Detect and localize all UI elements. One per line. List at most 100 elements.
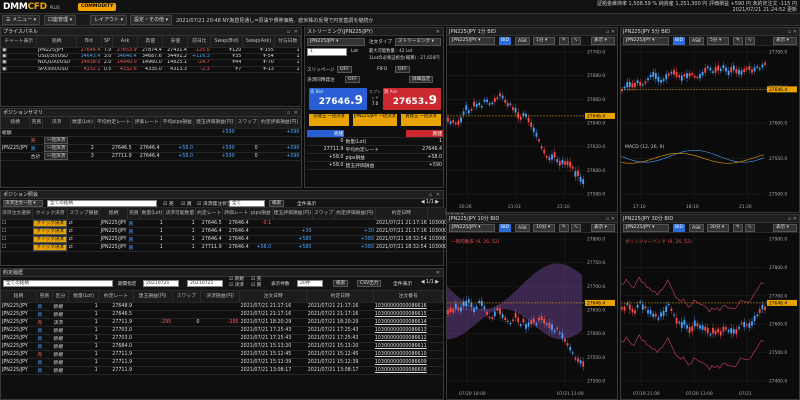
position-row[interactable]: ☐ クイック決済 ⇄ JPN225/JPY 買 1 1 27646.5 27646.4 -0.1 2…	[1, 219, 482, 228]
history-no[interactable]: 10300000000086615	[373, 310, 443, 319]
price-row[interactable]: ▣ SPX500/USD 4332.1 0.5 4332.6 4335.0 4313.3 -2…	[1, 66, 301, 74]
column-header[interactable]: 注文番号	[373, 291, 443, 303]
panel-controls-icon[interactable]: ▫ ✕	[429, 191, 441, 199]
order-status-checkbox[interactable]: ☑ 決済発注状況	[197, 200, 232, 207]
sell-price-box[interactable]: 売 Bid 27646.9	[309, 88, 367, 110]
close-order-toggle[interactable]: OFF	[345, 76, 360, 83]
chart-view-select[interactable]: 表示 ▾	[773, 37, 797, 45]
history-no[interactable]: 10300000000086610	[373, 350, 443, 359]
chart-close-icon[interactable]: ▫ ✕	[606, 28, 615, 36]
csv-export-button[interactable]: CSV出力	[357, 280, 382, 287]
chart-bid-toggle[interactable]: BID	[499, 224, 512, 232]
column-header[interactable]: Swap(Bid)	[210, 36, 243, 48]
column-header[interactable]: 区分	[52, 291, 70, 303]
candlestick-chart[interactable]: 27800.0 27750.0 27700.0 27650.0 27600.0 27550…	[447, 233, 617, 399]
symbol-select[interactable]: JPN225/JPY ▾	[307, 38, 365, 46]
history-row[interactable]: JPN225/JPY 買新規 1 27711.9 2021/07/21 13:08:17…	[1, 366, 443, 375]
date-to-input[interactable]: 20210721	[187, 280, 223, 287]
history-no[interactable]: 10300000000086613	[373, 326, 443, 335]
chart-symbol-select[interactable]: JPN225/JPY ▾	[623, 224, 669, 232]
panel-controls-icon[interactable]: ▫ ✕	[287, 28, 299, 36]
column-header[interactable]: 決済損益(円)	[200, 291, 241, 303]
column-header[interactable]: Swap(Ask)	[242, 36, 276, 48]
column-header[interactable]: 売買	[127, 208, 141, 220]
fifo-toggle[interactable]: OFF	[395, 66, 410, 73]
date-from-input[interactable]: 20210721	[143, 280, 179, 287]
chart-ask-toggle[interactable]: ASK	[515, 37, 531, 45]
column-header[interactable]: 約定評価損益(円)	[258, 117, 301, 129]
position-reset-link[interactable]: 全件表示	[297, 200, 316, 207]
history-side-checkboxes[interactable]: ☑ 売 ☑ 買	[251, 277, 261, 289]
chart-bid-toggle[interactable]: BID	[673, 37, 686, 45]
menu-button[interactable]: ☰ メニュー ▾	[2, 15, 41, 25]
column-header[interactable]: 約定日時	[375, 208, 429, 220]
timeframe-select[interactable]: 30分 ▾	[707, 224, 729, 232]
column-header[interactable]: 銘柄	[1, 117, 31, 129]
chart-tool-icon[interactable]: ✎	[559, 37, 569, 45]
slippage-toggle[interactable]: OFF	[337, 66, 352, 73]
column-header[interactable]: 決済注文選択	[1, 208, 33, 220]
history-row[interactable]: JPN225/JPY 売決済 1 27711.9 -295 0 -295 2021/07/21…	[1, 318, 443, 327]
history-search-button[interactable]: 検索	[333, 280, 349, 287]
position-search-button[interactable]: 検索	[269, 200, 285, 207]
chart-ask-toggle[interactable]: ASK	[689, 37, 705, 45]
column-header[interactable]: 平均約定レート	[94, 117, 134, 129]
column-header[interactable]: 銘柄	[1, 291, 37, 303]
chart-close-icon[interactable]: ▫ ✕	[788, 215, 797, 223]
select-checkbox[interactable]: ☐	[1, 243, 33, 252]
swap-transfer-icon[interactable]: ⇄	[67, 227, 100, 236]
history-row[interactable]: JPN225/JPY 売新規 1 27711.9 2021/07/21 15:12:45…	[1, 350, 443, 359]
column-header[interactable]: 約定レート	[98, 291, 134, 303]
chart-symbol-select[interactable]: JPN225/JPY ▾	[449, 224, 495, 232]
column-header[interactable]: スワップ	[312, 208, 336, 220]
count-select[interactable]: 20件	[297, 280, 323, 287]
timeframe-select[interactable]: 1分 ▾	[533, 37, 555, 45]
position-sort-select[interactable]: 全て	[229, 200, 265, 207]
column-header[interactable]: 約定日時	[306, 291, 375, 303]
chart-indicator-icon[interactable]: ∿	[745, 37, 755, 45]
position-symbol-filter[interactable]: 全ての銘柄	[47, 200, 157, 207]
panel-controls-icon[interactable]: ▫ ✕	[287, 109, 299, 117]
bulk-close-button[interactable]: 一括決済	[43, 144, 69, 151]
news-ticker[interactable]: 2021/07/21 20:48 NY為替見通し=原油や債券価格、欧米株の反発で…	[176, 17, 373, 24]
position-buy-checkbox[interactable]: ☑ 買	[181, 200, 192, 207]
column-header[interactable]: 数量(Lot)	[68, 291, 100, 303]
column-header[interactable]: 約定評価損益(円)	[334, 208, 376, 220]
history-row[interactable]: JPN225/JPY 買新規 1 27684.0 2021/07/21 15:13:20…	[1, 342, 443, 351]
chart-toggle-icon[interactable]: ▣	[1, 66, 37, 74]
close-buy-button[interactable]: 買建玉 一括決済	[401, 114, 441, 126]
chart-indicator-icon[interactable]: ∿	[571, 224, 581, 232]
position-pagination[interactable]: ◀ 1/1 ▶	[421, 200, 439, 205]
swap-transfer-icon[interactable]: ⇄	[67, 219, 100, 228]
select-checkbox[interactable]: ☐	[1, 227, 33, 236]
column-header[interactable]: スワップ振替	[67, 208, 101, 220]
column-header[interactable]: 建玉損益(円)	[133, 291, 173, 303]
chart-symbol-select[interactable]: JPN225/JPY ▾	[623, 37, 669, 45]
column-header[interactable]: 評価レート	[132, 117, 162, 129]
panel-controls-icon[interactable]: ✕	[436, 269, 441, 277]
detail-settings-button[interactable]: 詳細設定	[409, 76, 434, 83]
history-no[interactable]: 10300000000086608	[373, 366, 443, 375]
column-header[interactable]: 銘柄	[36, 36, 77, 48]
column-header[interactable]: Ask	[112, 36, 139, 48]
column-header[interactable]: 数量(Lot)	[140, 208, 165, 220]
quick-close-button[interactable]: クイック決済	[33, 219, 67, 226]
close-all-button[interactable]: JPN225/JPY 一括決済	[353, 114, 397, 126]
chart-tool-icon[interactable]: ✎	[559, 224, 569, 232]
history-row[interactable]: JPN225/JPY 買新規 1 27646.5 2021/07/21 21:17:16…	[1, 310, 443, 319]
bulk-close-button[interactable]: 一括決済	[43, 136, 69, 143]
quick-close-button[interactable]: クイック決済	[33, 243, 67, 250]
settings-button[interactable]: 設定・その他 ▾	[130, 15, 173, 25]
column-header[interactable]: 評価レート	[222, 208, 251, 220]
column-header[interactable]: 平均pips損益	[160, 117, 195, 129]
candlestick-chart[interactable]: 27700.0 27680.0 27660.0 27640.0 27620.0 27600…	[447, 46, 617, 212]
swap-transfer-icon[interactable]: ⇄	[67, 243, 100, 252]
chart-indicator-icon[interactable]: ∿	[571, 37, 581, 45]
column-header[interactable]: チャート表示	[1, 36, 38, 48]
column-header[interactable]: 注文日時	[239, 291, 308, 303]
chart-bid-toggle[interactable]: BID	[499, 37, 512, 45]
history-no[interactable]: 10300000000086609	[373, 358, 443, 367]
candlestick-chart[interactable]: 27700.027650.027600.027550.027500.017:10…	[621, 46, 799, 212]
column-header[interactable]: 高値	[137, 36, 164, 48]
column-header[interactable]: 売買	[36, 291, 53, 303]
